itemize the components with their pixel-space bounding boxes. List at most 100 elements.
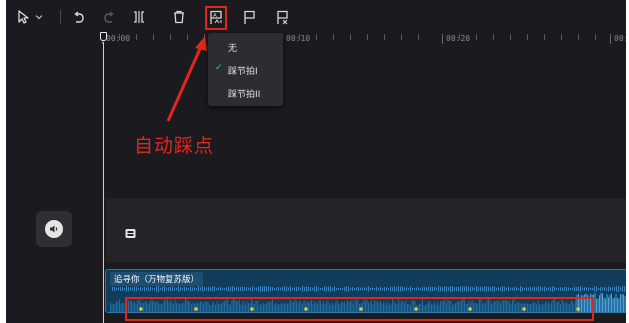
waveform-bar [480,286,481,292]
waveform-bar [612,298,614,312]
waveform-bar [594,286,595,292]
timeline-ruler[interactable]: 00:00 00:10 00:20 00:3 [102,34,629,48]
track-audio-toggle[interactable] [36,211,72,247]
ruler-tick [153,34,154,40]
waveform-bar [502,286,503,292]
waveform-bar [138,287,139,291]
waveform-bar [176,287,177,291]
clear-marker-icon[interactable] [274,7,290,27]
film-icon [125,224,136,243]
undo-icon[interactable] [70,7,86,27]
waveform-bar [606,287,607,291]
waveform-bar [568,287,569,291]
beat-menu-item-beat1[interactable]: ✓ 踩节拍I [208,59,283,81]
waveform-bar [117,301,119,312]
waveform-bar [286,286,287,292]
waveform-bar [514,286,515,292]
waveform-bar [338,287,339,291]
waveform-bar [174,287,175,291]
add-marker-icon[interactable] [241,7,257,27]
chevron-down-icon[interactable] [33,7,45,27]
waveform-bar [196,287,197,291]
waveform-bar [256,287,257,291]
waveform-bar [308,286,309,292]
waveform-bar [114,286,115,292]
ruler-tick [610,34,611,44]
waveform-bar [588,287,589,291]
split-icon[interactable] [131,7,147,27]
waveform-bar [368,286,369,292]
video-track[interactable] [106,198,629,262]
waveform-bar [110,302,111,312]
ruler-label: 00:10 [286,34,311,43]
waveform-bar [584,287,585,291]
waveform-bar [322,287,323,291]
waveform-bar [314,286,315,292]
waveform-bar [366,287,367,291]
waveform-bar [432,286,433,292]
redo-icon[interactable] [101,7,117,27]
waveform-bar [224,287,225,291]
waveform-bar [610,287,611,291]
waveform-bar [146,287,147,291]
waveform-bar [114,304,116,312]
waveform-bar [596,298,597,312]
waveform-bar [478,286,479,292]
waveform-bar [348,286,349,292]
waveform-bar [306,286,307,292]
waveform-bar [508,286,509,292]
beat-menu-item-none[interactable]: 无 [208,36,283,58]
playhead[interactable] [103,42,104,323]
waveform-bar [422,286,423,292]
waveform-bar [548,287,549,291]
waveform-bar [442,287,443,291]
waveform-bar [530,286,531,292]
waveform-bar [244,287,245,291]
waveform-bar [328,286,329,292]
waveform-bar [220,287,221,291]
ruler-tick [510,34,511,40]
waveform-bar [172,286,173,292]
waveform-bar [182,287,183,291]
waveform-bar [350,287,351,291]
waveform-bar [558,287,559,291]
waveform-bar [388,287,389,291]
waveform-bar [180,287,181,291]
waveform-bar [372,287,373,291]
waveform-bar [621,294,623,312]
waveform-bar [222,287,223,291]
waveform-bar [294,287,295,291]
waveform-bar [552,286,553,292]
waveform-bar [354,287,355,291]
waveform-bar [406,287,407,291]
ruler-tick [333,34,334,40]
waveform-bar [370,287,371,291]
waveform-bar [208,286,209,292]
waveform-bar [346,286,347,292]
waveform-bar [236,287,237,291]
waveform-bar [140,287,141,291]
waveform-bar [342,287,343,291]
ruler-tick [316,34,317,40]
waveform-bar [594,293,596,312]
delete-icon[interactable] [171,7,187,27]
beat-points-highlight [125,297,594,321]
ruler-tick [367,34,368,40]
waveform-bar [462,286,463,292]
waveform-bar [376,286,377,292]
waveform-bar [392,287,393,291]
waveform-bar [142,287,143,291]
waveform-bar [300,287,301,291]
beat-menu-item-beat2[interactable]: 踩节拍II [208,82,283,104]
waveform-bar [162,287,163,291]
waveform-bar [460,286,461,292]
waveform-bar [412,287,413,291]
waveform-bar [542,287,543,291]
waveform-bar [608,297,609,312]
waveform-bar [324,286,325,292]
check-icon: ✓ [215,63,223,73]
waveform-bar [266,286,267,292]
waveform-bar [386,287,387,291]
select-tool-icon[interactable] [14,7,32,27]
playhead-handle[interactable] [100,32,107,41]
